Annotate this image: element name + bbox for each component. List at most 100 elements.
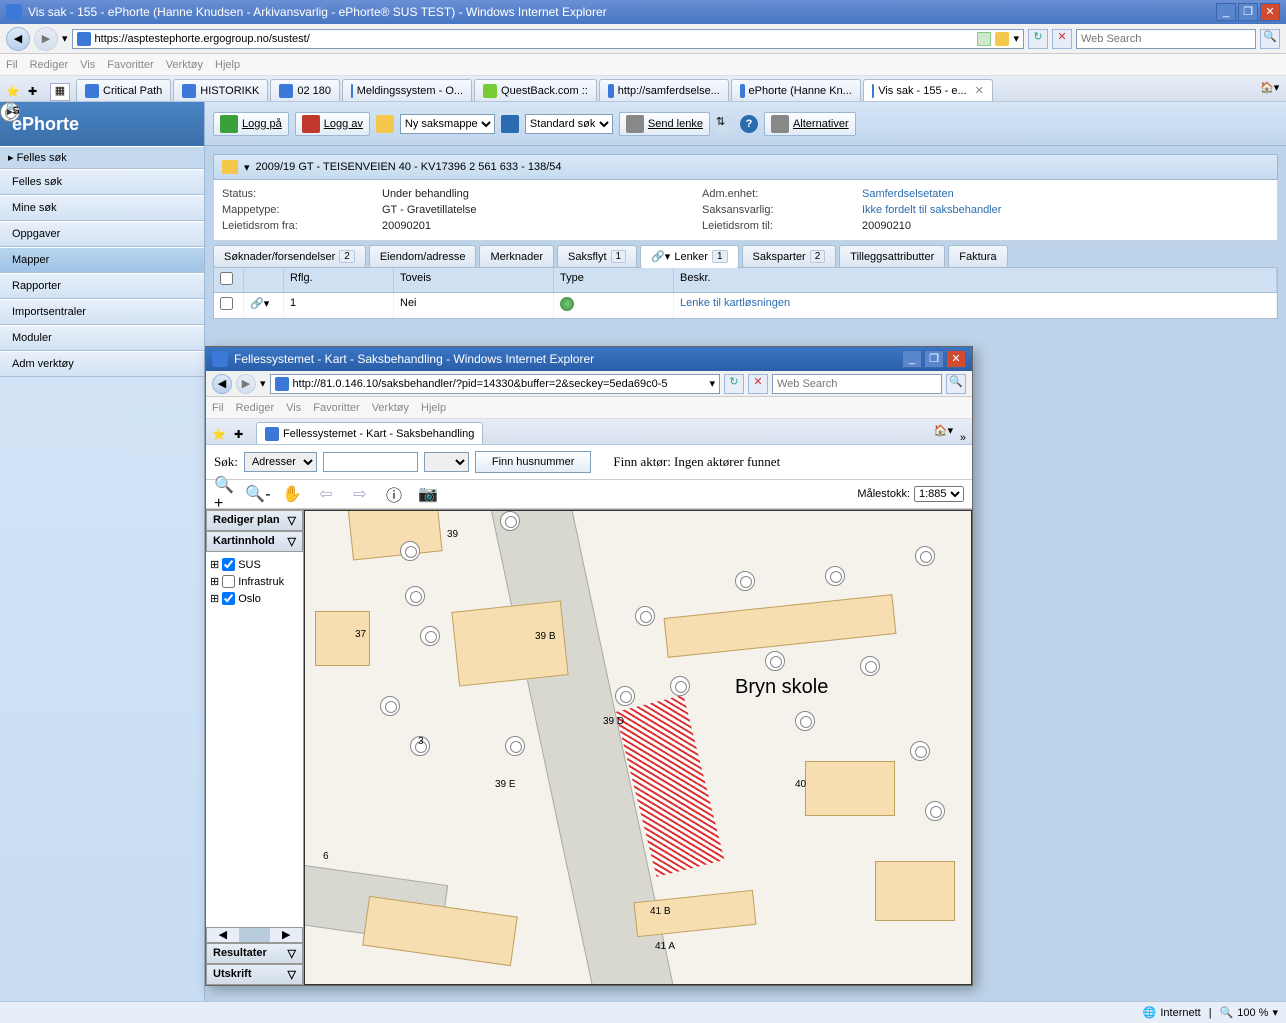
sidebar-header[interactable]: ▸ Felles søk: [0, 146, 204, 169]
tab-meldingssystem[interactable]: Meldingssystem - O...: [342, 79, 472, 101]
menu-rediger[interactable]: Rediger: [30, 59, 69, 71]
saksansvarlig-value[interactable]: Ikke fordelt til saksbehandler: [862, 204, 1269, 216]
nav-oppgaver[interactable]: Oppgaver: [0, 221, 204, 247]
layer-item[interactable]: ⊞SUS: [210, 556, 299, 573]
expand-icon[interactable]: ⊞: [210, 575, 219, 588]
minimize-button[interactable]: _: [1216, 3, 1236, 21]
layer-checkbox[interactable]: [222, 592, 235, 605]
ny-saksmappe-select[interactable]: Ny saksmappe: [400, 114, 495, 134]
popup-url-input[interactable]: [293, 378, 706, 390]
dropdown-icon[interactable]: ▾: [260, 377, 266, 390]
quick-tabs-icon[interactable]: ▦: [50, 83, 70, 101]
tab-close-icon[interactable]: ✕: [975, 84, 984, 97]
search-box[interactable]: [1076, 29, 1256, 49]
sok-number-select[interactable]: [424, 452, 469, 472]
layer-checkbox[interactable]: [222, 558, 235, 571]
menu-fil[interactable]: Fil: [6, 59, 18, 71]
row-checkbox[interactable]: [220, 297, 233, 310]
ssl-cert-icon[interactable]: [977, 32, 991, 46]
menu-fil[interactable]: Fil: [212, 402, 224, 414]
zoom-in-icon[interactable]: 🔍+: [214, 484, 234, 504]
doc-tab[interactable]: Tilleggsattributter: [839, 245, 945, 268]
expand-icon[interactable]: ⊞: [210, 558, 219, 571]
sok-type-select[interactable]: Adresser: [244, 452, 317, 472]
popup-search-input[interactable]: [777, 378, 937, 390]
doc-tab[interactable]: Saksparter 2: [742, 245, 837, 268]
acc-rediger-plan[interactable]: Rediger plan▽: [206, 510, 303, 531]
internet-zone[interactable]: 🌐Internett: [1143, 1006, 1201, 1019]
close-button[interactable]: ✕: [1260, 3, 1280, 21]
next-extent-icon[interactable]: ⇨: [350, 484, 370, 504]
search-input[interactable]: [1081, 33, 1251, 45]
logg-av-button[interactable]: Logg av: [295, 112, 370, 136]
menu-rediger[interactable]: Rediger: [236, 402, 275, 414]
tab-critical-path[interactable]: Critical Path: [76, 79, 171, 101]
popup-close-button[interactable]: ✕: [946, 350, 966, 368]
nav-moduler[interactable]: Moduler: [0, 325, 204, 351]
tab-samferdsel[interactable]: http://samferdselse...: [599, 79, 729, 101]
refresh-button[interactable]: ↻: [1028, 29, 1048, 49]
table-row[interactable]: 🔗▾ 1 Nei Lenke til kartløsningen: [214, 293, 1277, 318]
nav-felles-søk[interactable]: Felles søk: [0, 169, 204, 195]
alternativer-button[interactable]: Alternativer: [764, 112, 856, 136]
search-button[interactable]: 🔍: [1260, 29, 1280, 49]
acc-resultater[interactable]: Resultater▽: [206, 943, 303, 964]
finn-husnummer-button[interactable]: Finn husnummer: [475, 451, 592, 473]
info-icon[interactable]: ⓘ: [384, 484, 404, 504]
forward-button[interactable]: ▶: [34, 27, 58, 51]
url-dropdown-icon[interactable]: ▾: [1013, 32, 1019, 45]
tab-02180[interactable]: 02 180: [270, 79, 340, 101]
menu-vis[interactable]: Vis: [286, 402, 301, 414]
url-dropdown-icon[interactable]: ▾: [709, 377, 715, 390]
menu-favoritter[interactable]: Favoritter: [107, 59, 153, 71]
admenhet-value[interactable]: Samferdselsetaten: [862, 188, 1269, 200]
zoom-control[interactable]: 🔍100 % ▾: [1220, 1006, 1278, 1019]
add-favorite-icon[interactable]: ✚: [28, 85, 44, 101]
zoom-out-icon[interactable]: 🔍-: [248, 484, 268, 504]
sidebar-item[interactable]: ▸Saker hvor Vann og avløp: [1, 103, 19, 119]
back-button[interactable]: ◀: [6, 27, 30, 51]
send-lenke-button[interactable]: Send lenke: [619, 112, 710, 136]
more-icon[interactable]: »: [960, 432, 966, 444]
doc-tab[interactable]: Søknader/forsendelser 2: [213, 245, 366, 268]
popup-search-box[interactable]: [772, 374, 942, 394]
layer-checkbox[interactable]: [222, 575, 235, 588]
popup-back-button[interactable]: ◀: [212, 374, 232, 394]
popup-tab[interactable]: Fellessystemet - Kart - Saksbehandling: [256, 422, 483, 444]
tab-historikk[interactable]: HISTORIKK: [173, 79, 268, 101]
layer-item[interactable]: ⊞Oslo: [210, 590, 299, 607]
menu-verktoy[interactable]: Verktøy: [166, 59, 203, 71]
scroll-bar[interactable]: ◀▶: [206, 927, 303, 943]
popup-address-bar[interactable]: ▾: [270, 374, 720, 394]
menu-favoritter[interactable]: Favoritter: [313, 402, 359, 414]
url-input[interactable]: [95, 33, 974, 45]
doc-tab[interactable]: Merknader: [479, 245, 554, 268]
row-beskr-link[interactable]: Lenke til kartløsningen: [674, 293, 1277, 318]
maximize-button[interactable]: ❐: [1238, 3, 1258, 21]
logg-pa-button[interactable]: Logg på: [213, 112, 289, 136]
scroll-right-icon[interactable]: ▶: [270, 928, 302, 942]
doc-tab[interactable]: Saksflyt 1: [557, 245, 637, 268]
search-icon[interactable]: [501, 115, 519, 133]
expand-icon[interactable]: ⊞: [210, 592, 219, 605]
up-down-icon[interactable]: ⇅: [716, 115, 734, 133]
menu-hjelp[interactable]: Hjelp: [215, 59, 240, 71]
tab-ephorte[interactable]: ePhorte (Hanne Kn...: [731, 79, 861, 101]
popup-refresh-button[interactable]: ↻: [724, 374, 744, 394]
doc-tab[interactable]: 🔗▾ Lenker 1: [640, 245, 738, 268]
pan-icon[interactable]: ✋: [282, 484, 302, 504]
nav-importsentraler[interactable]: Importsentraler: [0, 299, 204, 325]
stop-button[interactable]: ✕: [1052, 29, 1072, 49]
home-icon[interactable]: 🏠▾: [934, 424, 954, 444]
folder-icon[interactable]: [376, 115, 394, 133]
nav-adm-verktøy[interactable]: Adm verktøy: [0, 351, 204, 377]
home-icon[interactable]: 🏠▾: [1260, 81, 1280, 101]
col-type[interactable]: Type: [554, 268, 674, 292]
prev-extent-icon[interactable]: ⇦: [316, 484, 336, 504]
menu-verktoy[interactable]: Verktøy: [372, 402, 409, 414]
layer-item[interactable]: ⊞Infrastruk: [210, 573, 299, 590]
dropdown-icon[interactable]: ▾: [244, 161, 250, 174]
link-row-icon[interactable]: 🔗▾: [250, 298, 269, 310]
dropdown-icon[interactable]: ▾: [62, 32, 68, 45]
tab-vis-sak[interactable]: Vis sak - 155 - e...✕: [863, 79, 993, 101]
